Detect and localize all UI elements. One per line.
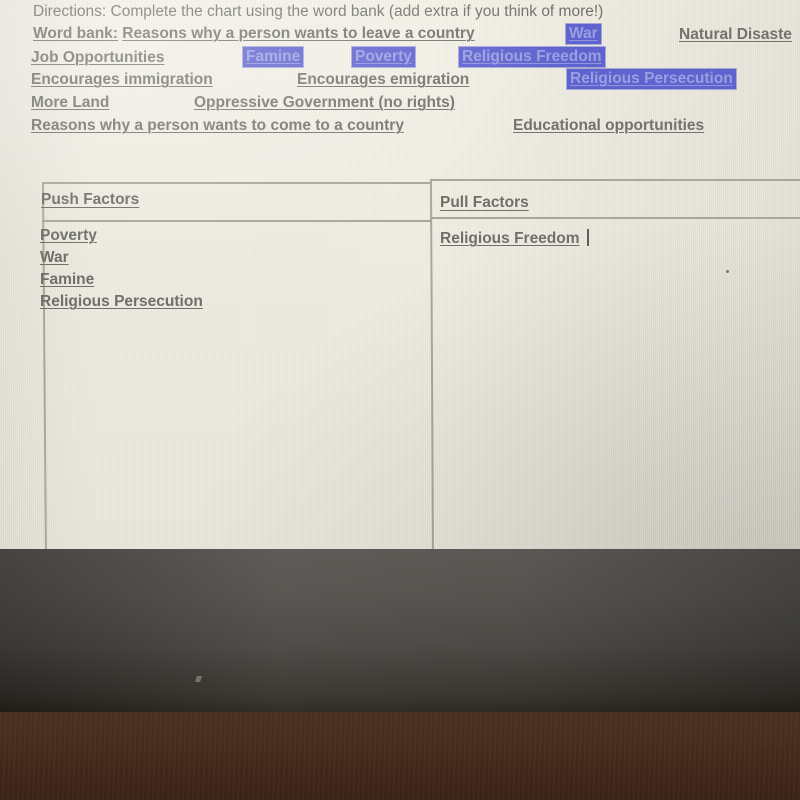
column-header-pull-factors: Pull Factors <box>440 194 529 211</box>
table-header-divider-right <box>430 217 800 219</box>
table-border-top-left <box>42 182 431 184</box>
push-pull-factors-table: Push Factors Pull Factors Poverty War Fa… <box>0 0 800 549</box>
column-header-push-factors: Push Factors <box>41 191 140 208</box>
push-factor-item-religious-persecution[interactable]: Religious Persecution <box>40 293 203 311</box>
pull-factor-item-religious-freedom[interactable]: Religious Freedom <box>440 230 580 248</box>
desk-surface <box>0 712 800 800</box>
push-factor-item-poverty[interactable]: Poverty <box>40 227 97 245</box>
text-cursor <box>587 229 589 246</box>
laptop-keyboard-deck <box>0 549 800 715</box>
table-border-top-right <box>430 179 800 181</box>
push-factor-item-war[interactable]: War <box>40 249 69 267</box>
table-column-divider <box>430 180 434 549</box>
worksheet-document: Directions: Complete the chart using the… <box>0 0 800 549</box>
laptop-display: Directions: Complete the chart using the… <box>0 0 800 549</box>
push-factor-item-famine[interactable]: Famine <box>40 271 94 289</box>
laptop-screen-photo: Directions: Complete the chart using the… <box>0 0 800 800</box>
table-header-divider-left <box>42 220 431 222</box>
screen-dust-speck <box>726 270 729 273</box>
